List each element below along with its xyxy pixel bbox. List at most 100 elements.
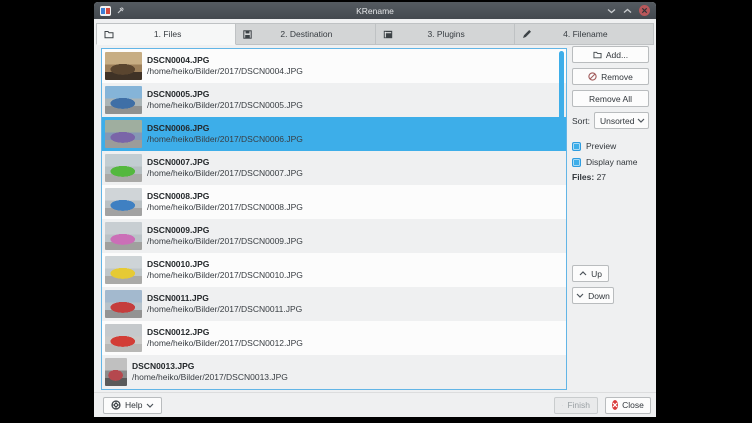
folder-icon (593, 51, 602, 59)
remove-button[interactable]: Remove (572, 68, 649, 85)
file-name: DSCN0007.JPG (147, 157, 303, 168)
file-thumbnail (105, 154, 142, 182)
chevron-down-icon (576, 293, 584, 298)
checkbox-checked-icon (572, 142, 581, 151)
chevron-down-icon (637, 118, 645, 123)
tab-plugins[interactable]: 3. Plugins (376, 23, 515, 45)
file-list-item[interactable]: DSCN0004.JPG /home/heiko/Bilder/2017/DSC… (102, 49, 566, 83)
files-count-value: 27 (594, 172, 606, 182)
chevron-down-icon (146, 403, 154, 408)
folder-icon (104, 30, 114, 39)
file-name: DSCN0010.JPG (147, 259, 303, 270)
file-thumbnail (105, 120, 142, 148)
display-name-checkbox[interactable]: Display name (572, 157, 638, 167)
file-name: DSCN0013.JPG (132, 361, 288, 372)
tab-files-label: 1. Files (114, 29, 221, 39)
file-thumbnail (105, 290, 142, 318)
close-window-button[interactable] (639, 5, 650, 16)
tab-filename[interactable]: 4. Filename (515, 23, 654, 45)
file-thumbnail (105, 324, 142, 352)
file-path: /home/heiko/Bilder/2017/DSCN0006.JPG (147, 134, 303, 145)
file-thumbnail (105, 358, 127, 386)
file-list-item[interactable]: DSCN0011.JPG /home/heiko/Bilder/2017/DSC… (102, 287, 566, 321)
file-name: DSCN0004.JPG (147, 55, 303, 66)
add-button[interactable]: Add... (572, 46, 649, 63)
file-list-item[interactable]: DSCN0009.JPG /home/heiko/Bilder/2017/DSC… (102, 219, 566, 253)
file-path: /home/heiko/Bilder/2017/DSCN0013.JPG (132, 372, 288, 383)
file-path: /home/heiko/Bilder/2017/DSCN0010.JPG (147, 270, 303, 281)
file-thumbnail (105, 222, 142, 250)
move-up-button-label: Up (591, 269, 602, 279)
tab-destination-label: 2. Destination (252, 29, 360, 39)
preview-checkbox[interactable]: Preview (572, 141, 616, 151)
chevron-up-icon (579, 271, 587, 276)
files-page: DSCN0004.JPG /home/heiko/Bilder/2017/DSC… (94, 45, 656, 392)
move-down-button[interactable]: Down (572, 287, 614, 304)
remove-all-button[interactable]: Remove All (572, 90, 649, 107)
file-path: /home/heiko/Bilder/2017/DSCN0012.JPG (147, 338, 303, 349)
file-thumbnail (105, 86, 142, 114)
file-path: /home/heiko/Bilder/2017/DSCN0009.JPG (147, 236, 303, 247)
file-thumbnail (105, 256, 142, 284)
sort-dropdown-value: Unsorted (600, 116, 637, 126)
remove-button-label: Remove (601, 72, 633, 82)
help-button-label: Help (125, 400, 142, 410)
tab-plugins-label: 3. Plugins (393, 29, 500, 39)
move-down-button-label: Down (588, 291, 610, 301)
maximize-button[interactable] (623, 8, 632, 14)
file-thumbnail (105, 52, 142, 80)
titlebar[interactable]: KRename (94, 2, 656, 19)
close-button[interactable]: Close (605, 397, 651, 414)
window-title: KRename (94, 6, 656, 16)
remove-all-button-label: Remove All (589, 94, 632, 104)
file-name: DSCN0011.JPG (147, 293, 302, 304)
desktop: KRename 1. Files (0, 0, 752, 423)
file-list-item[interactable]: DSCN0013.JPG /home/heiko/Bilder/2017/DSC… (102, 355, 566, 389)
file-list-item[interactable]: DSCN0005.JPG /home/heiko/Bilder/2017/DSC… (102, 83, 566, 117)
file-path: /home/heiko/Bilder/2017/DSCN0005.JPG (147, 100, 303, 111)
minimize-button[interactable] (607, 8, 616, 14)
wizard-tab-bar: 1. Files 2. Destination 3. Plugins 4. Fi… (94, 19, 656, 45)
display-name-checkbox-label: Display name (586, 157, 638, 167)
save-icon (243, 30, 252, 39)
finish-button[interactable]: Finish (554, 397, 598, 414)
close-button-label: Close (622, 400, 644, 410)
sort-label: Sort: (572, 116, 590, 126)
no-entry-icon (588, 72, 597, 81)
file-list-item[interactable]: DSCN0010.JPG /home/heiko/Bilder/2017/DSC… (102, 253, 566, 287)
plugins-icon (383, 30, 393, 39)
preview-checkbox-label: Preview (586, 141, 616, 151)
file-list-item[interactable]: DSCN0008.JPG /home/heiko/Bilder/2017/DSC… (102, 185, 566, 219)
sort-dropdown[interactable]: Unsorted (594, 112, 649, 129)
file-path: /home/heiko/Bilder/2017/DSCN0011.JPG (147, 304, 302, 315)
check-icon (562, 402, 563, 409)
krename-window: KRename 1. Files (94, 2, 656, 417)
file-list-item[interactable]: DSCN0007.JPG /home/heiko/Bilder/2017/DSC… (102, 151, 566, 185)
help-icon (111, 400, 121, 410)
close-icon (612, 400, 618, 410)
file-list-item[interactable]: DSCN0006.JPG /home/heiko/Bilder/2017/DSC… (102, 117, 566, 151)
scrollbar-handle[interactable] (559, 51, 564, 131)
dialog-button-box: Help Finish Close (94, 392, 656, 417)
pencil-icon (522, 29, 532, 39)
checkbox-checked-icon (572, 158, 581, 167)
help-button[interactable]: Help (103, 397, 162, 414)
file-path: /home/heiko/Bilder/2017/DSCN0004.JPG (147, 66, 303, 77)
krename-app-icon[interactable] (100, 6, 111, 16)
file-name: DSCN0012.JPG (147, 327, 303, 338)
tab-filename-label: 4. Filename (532, 29, 639, 39)
file-list-item[interactable]: DSCN0012.JPG /home/heiko/Bilder/2017/DSC… (102, 321, 566, 355)
file-list: DSCN0004.JPG /home/heiko/Bilder/2017/DSC… (101, 48, 567, 390)
file-name: DSCN0009.JPG (147, 225, 303, 236)
move-up-button[interactable]: Up (572, 265, 609, 282)
finish-button-label: Finish (567, 400, 590, 410)
files-count: Files: 27 (572, 172, 606, 182)
tab-destination[interactable]: 2. Destination (236, 23, 375, 45)
pin-icon[interactable] (116, 6, 125, 15)
file-name: DSCN0005.JPG (147, 89, 303, 100)
tab-files[interactable]: 1. Files (96, 23, 236, 45)
file-path: /home/heiko/Bilder/2017/DSCN0007.JPG (147, 168, 303, 179)
files-count-label: Files: (572, 172, 594, 182)
file-actions-panel: Add... Remove Remove All Sort: Unsorted (572, 45, 651, 392)
file-thumbnail (105, 188, 142, 216)
